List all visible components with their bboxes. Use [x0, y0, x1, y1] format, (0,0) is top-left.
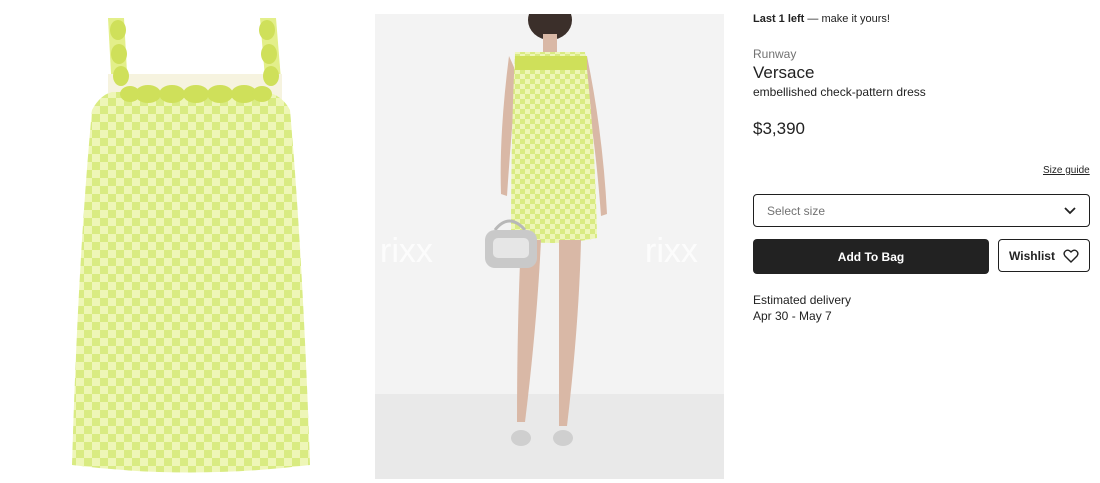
product-brand[interactable]: Versace: [753, 63, 814, 83]
product-price: $3,390: [753, 119, 805, 138]
delivery-label: Estimated delivery: [753, 293, 852, 307]
chevron-down-icon: [1064, 206, 1076, 215]
svg-text:rixx: rixx: [380, 232, 433, 270]
stock-separator: —: [807, 13, 822, 25]
size-select-placeholder: Select size: [767, 203, 826, 218]
product-image-flat[interactable]: [20, 10, 355, 480]
delivery-dates: Apr 30 - May 7: [753, 309, 832, 323]
stock-message: make it yours!: [821, 13, 890, 25]
product-image-model[interactable]: rixx rixx: [375, 14, 724, 479]
add-to-bag-label: Add To Bag: [837, 249, 905, 264]
heart-icon: [1063, 249, 1079, 263]
svg-text:rixx: rixx: [645, 232, 698, 270]
wishlist-label: Wishlist: [1009, 248, 1055, 263]
stock-notice: Last 1 left — make it yours!: [753, 13, 890, 25]
add-to-bag-button[interactable]: Add To Bag: [753, 239, 989, 274]
wishlist-button[interactable]: Wishlist: [998, 239, 1090, 272]
size-guide-link[interactable]: Size guide: [1043, 165, 1090, 176]
stock-label: Last 1 left: [753, 13, 805, 25]
size-select[interactable]: Select size: [753, 194, 1090, 227]
product-category: Runway: [753, 47, 797, 61]
product-description: embellished check-pattern dress: [753, 85, 926, 99]
